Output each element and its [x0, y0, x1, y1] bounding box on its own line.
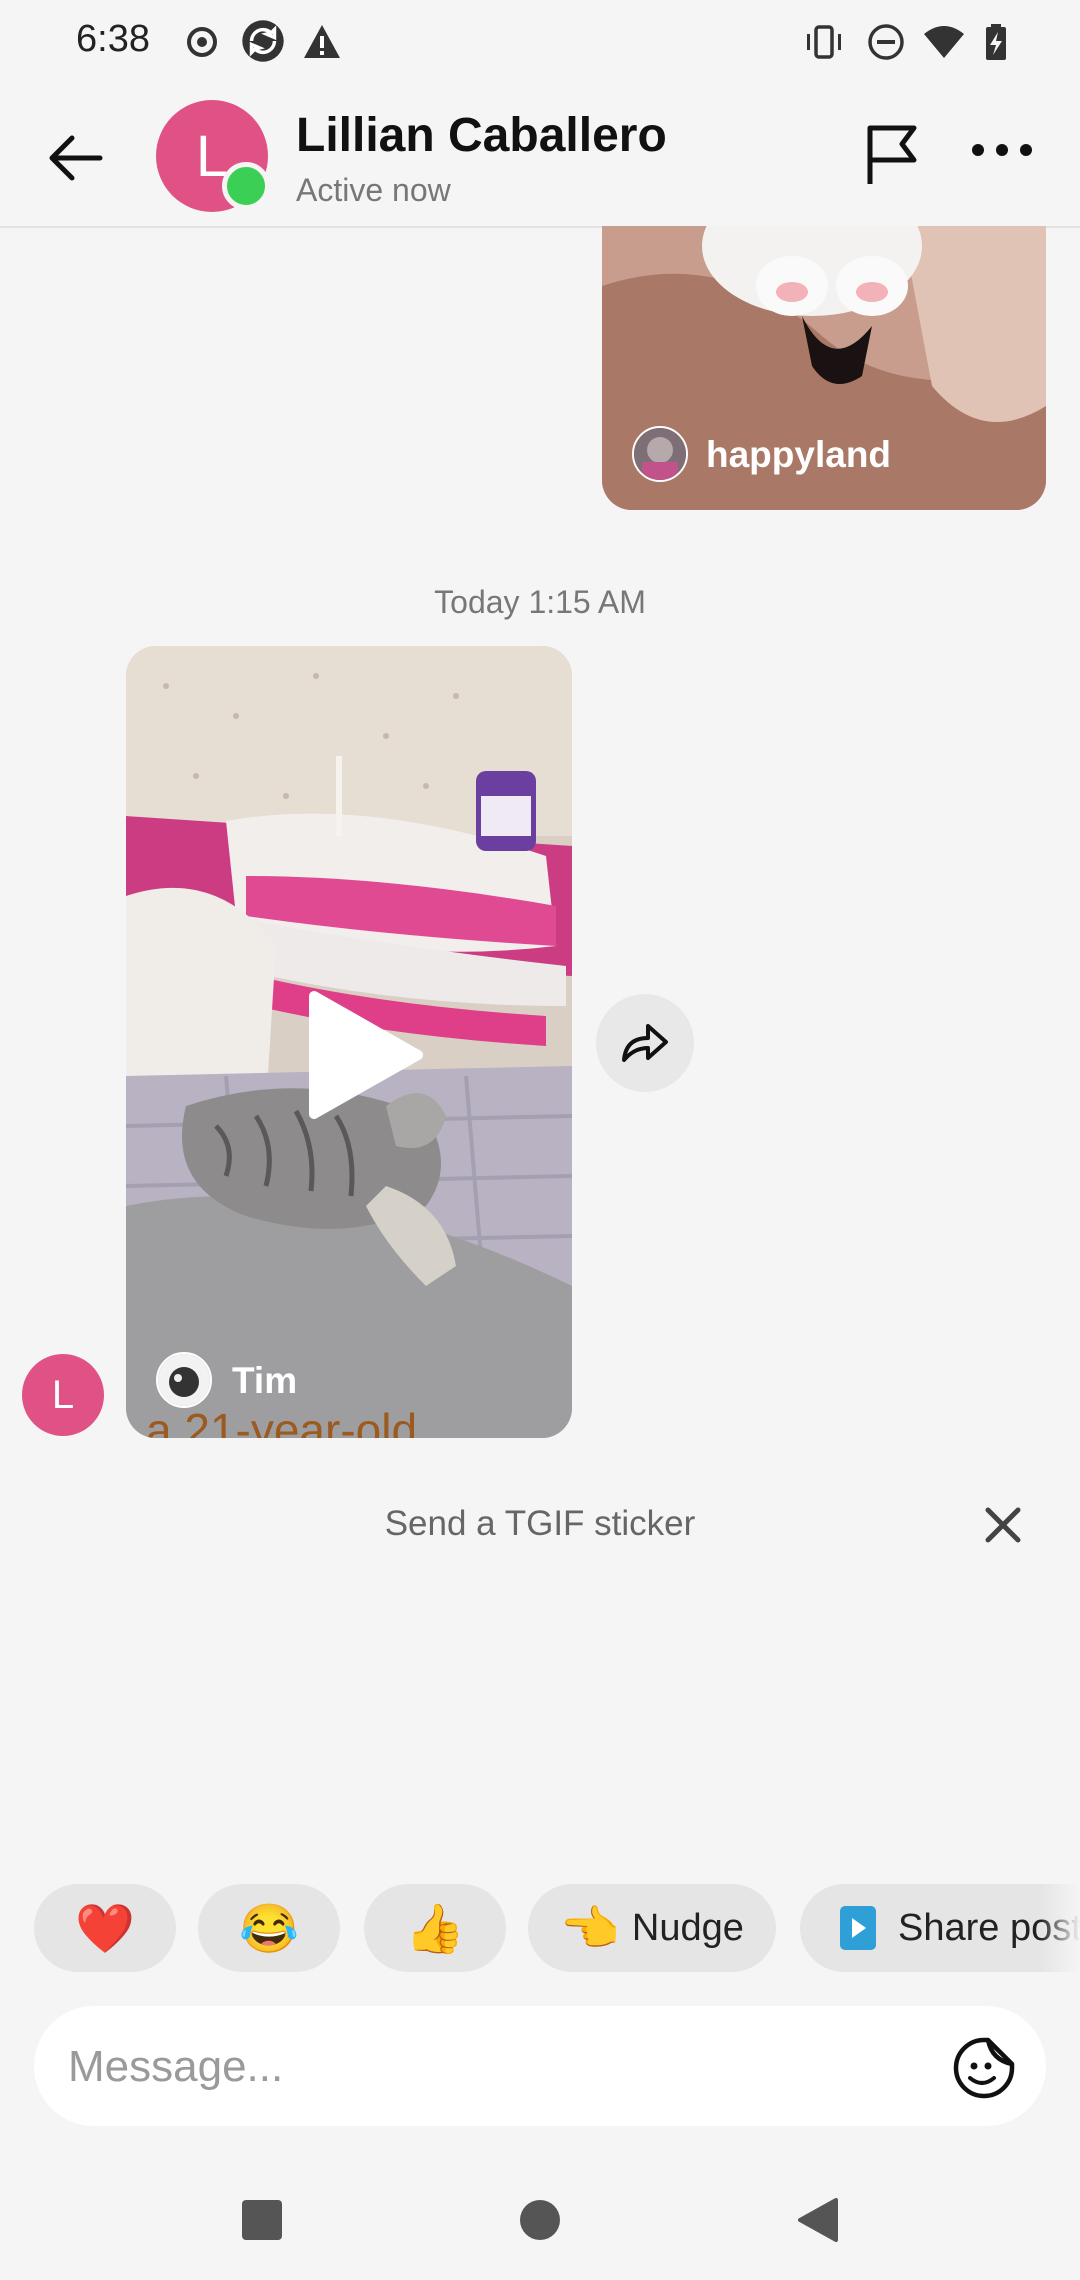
sticker-prompt[interactable]: Send a TGIF sticker: [0, 1504, 1080, 1544]
quick-reply-share-post[interactable]: Share post: [800, 1884, 1080, 1972]
video-message-sent[interactable]: happyland: [602, 226, 1046, 510]
nudge-emoji: 👈: [560, 1902, 620, 1956]
contact-status: Active now: [296, 172, 451, 208]
thumbs-up-emoji: 👍: [405, 1902, 465, 1956]
sender-avatar[interactable]: L: [22, 1354, 104, 1436]
play-icon[interactable]: [306, 990, 426, 1120]
forward-arrow-icon: [622, 1024, 668, 1062]
play-square-icon: [840, 1906, 876, 1950]
arrow-left-icon[interactable]: [44, 126, 108, 190]
message-bar: [34, 2006, 1046, 2128]
vibrate-icon: [807, 25, 841, 59]
laughing-emoji: 😂: [239, 1902, 299, 1956]
home-icon[interactable]: [510, 2190, 570, 2250]
sticker-icon[interactable]: [952, 2036, 1016, 2100]
message-input[interactable]: [66, 2006, 930, 2128]
battery-icon: [986, 24, 1006, 60]
sync-icon: [242, 20, 284, 62]
creator-username: Tim: [232, 1360, 298, 1401]
more-horizontal-icon[interactable]: [970, 138, 1034, 162]
contact-name[interactable]: Lillian Caballero: [296, 108, 667, 163]
creator-avatar: [156, 1352, 212, 1408]
heart-emoji: ❤️: [75, 1902, 135, 1956]
quick-reply-nudge[interactable]: 👈 Nudge: [528, 1884, 776, 1972]
recents-icon[interactable]: [232, 2190, 292, 2250]
sender-avatar-initial: L: [51, 1372, 75, 1417]
message-timestamp: Today 1:15 AM: [434, 584, 646, 620]
dnd-icon: [868, 24, 904, 60]
warning-icon: [304, 25, 340, 58]
chat-header: L Lillian Caballero Active now: [0, 86, 1080, 228]
flag-icon[interactable]: [862, 122, 924, 188]
quick-reply-laugh[interactable]: 😂: [198, 1884, 340, 1972]
record-icon: [187, 27, 217, 57]
status-bar: 6:38: [0, 0, 1080, 86]
online-indicator: [222, 162, 270, 210]
video-message-received[interactable]: a 21-year-old Tim: [126, 646, 572, 1438]
status-time: 6:38: [76, 18, 150, 60]
share-button[interactable]: [596, 994, 694, 1092]
chip-fade: [1040, 1884, 1080, 1972]
wifi-icon: [924, 26, 964, 58]
close-icon[interactable]: [978, 1500, 1028, 1550]
nudge-label: Nudge: [631, 1906, 744, 1949]
quick-reply-thumbs-up[interactable]: 👍: [364, 1884, 506, 1972]
quick-reply-heart[interactable]: ❤️: [34, 1884, 176, 1972]
back-icon[interactable]: [788, 2190, 848, 2250]
creator-username: happyland: [706, 434, 892, 475]
video-caption-fragment: a 21-year-old: [146, 1404, 417, 1438]
creator-avatar: [632, 426, 688, 482]
